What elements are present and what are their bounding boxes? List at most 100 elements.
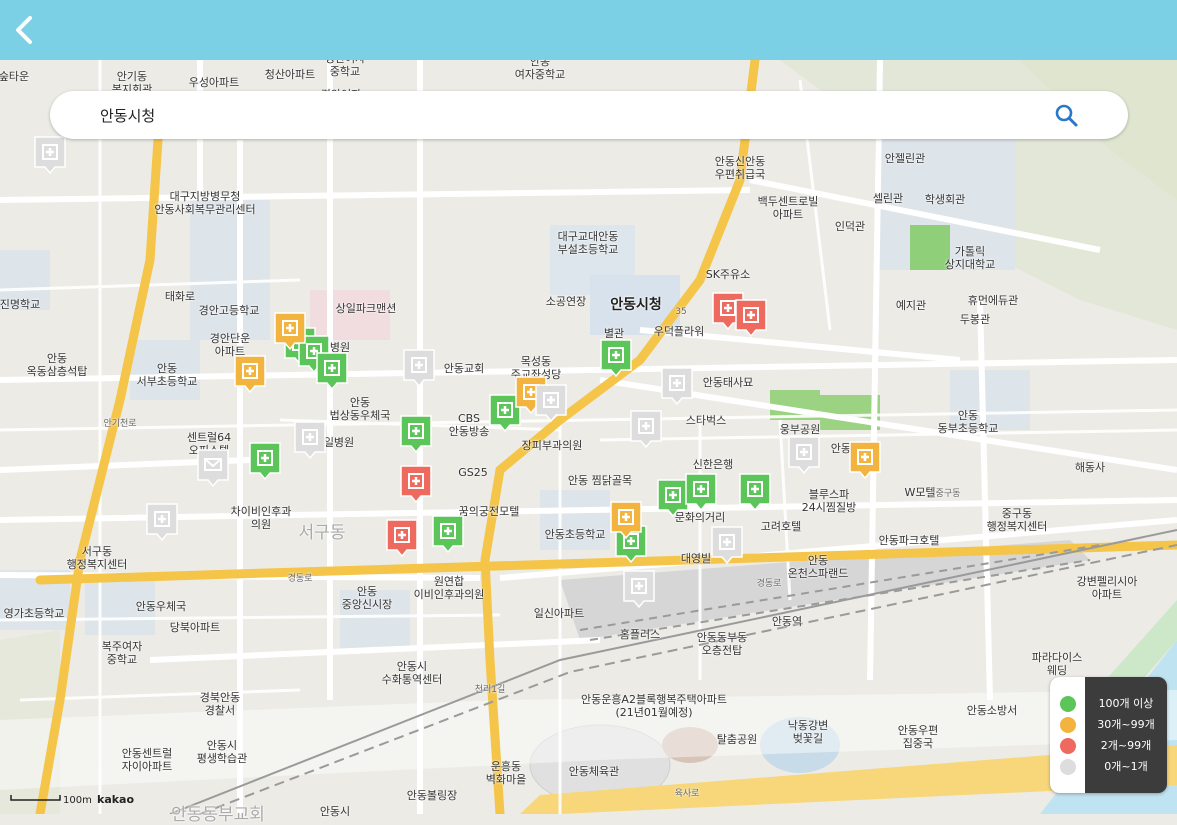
map-label: 복주여자 중학교 bbox=[101, 640, 143, 666]
map-label: 스타벅스 bbox=[685, 414, 727, 427]
map-label: 안기천로 bbox=[103, 419, 137, 429]
search-input[interactable] bbox=[100, 101, 1040, 129]
store-marker-green[interactable] bbox=[431, 514, 465, 556]
store-marker-gray[interactable] bbox=[196, 448, 230, 490]
store-marker-icon bbox=[34, 136, 66, 175]
map-label: 인덕관 bbox=[834, 220, 866, 233]
map-label: 태화로 bbox=[164, 290, 196, 303]
map-label: 안동센트럴 자이아파트 bbox=[121, 747, 173, 773]
store-marker-gray[interactable] bbox=[622, 569, 656, 611]
search-button[interactable] bbox=[1054, 103, 1080, 129]
store-marker-gray[interactable] bbox=[534, 383, 568, 425]
map-label: 서구동 bbox=[298, 523, 346, 543]
map-label: 안동태사묘 bbox=[702, 376, 754, 389]
map-label: 안동역 bbox=[771, 615, 803, 628]
map-label: 가톨릭 상지대학교 bbox=[944, 245, 996, 271]
map-label: 대구지방병무청 안동사회복무관리센터 bbox=[154, 190, 256, 216]
legend-label: 0개~1개 bbox=[1104, 760, 1148, 773]
map-label: 백두센트로빌 아파트 bbox=[757, 195, 819, 221]
store-marker-icon bbox=[146, 503, 178, 542]
store-marker-green[interactable] bbox=[599, 338, 633, 380]
map-label: 숲타운 bbox=[0, 70, 30, 83]
store-marker-icon bbox=[600, 339, 632, 378]
map-label: 운흥동 벽화마을 bbox=[485, 760, 527, 786]
map-label: CBS 안동방송 bbox=[448, 412, 490, 438]
store-marker-red[interactable] bbox=[734, 298, 768, 340]
store-marker-icon bbox=[234, 355, 266, 394]
map-label: 안동 동부초등학교 bbox=[937, 409, 999, 435]
map-label: 안동 중앙신시장 bbox=[341, 585, 393, 611]
store-marker-green[interactable] bbox=[738, 472, 772, 514]
map-label: 해동사 bbox=[1074, 461, 1106, 474]
store-marker-green[interactable] bbox=[399, 414, 433, 456]
map-label: 학생회관 bbox=[924, 193, 966, 206]
store-marker-green[interactable] bbox=[684, 472, 718, 514]
store-marker-orange[interactable] bbox=[233, 354, 267, 396]
store-marker-icon bbox=[711, 526, 743, 565]
search-icon bbox=[1055, 104, 1078, 127]
map-label: 우성아파트 bbox=[188, 76, 240, 89]
map-label: 안동시 bbox=[319, 805, 351, 818]
legend-label: 100개 이상 bbox=[1098, 697, 1154, 710]
map-label: 파라다이스 웨딩 bbox=[1031, 651, 1083, 677]
legend-label: 30개~99개 bbox=[1097, 718, 1155, 731]
scale-line-icon bbox=[10, 795, 61, 801]
map-label: 안동우편 집중국 bbox=[897, 724, 939, 750]
map-label: 안동 찜닭골목 bbox=[567, 474, 633, 487]
back-button[interactable] bbox=[6, 10, 42, 50]
store-marker-icon bbox=[685, 473, 717, 512]
map-label: 일신아파트 bbox=[533, 607, 585, 620]
map-label: 안동 법상동우체국 bbox=[329, 396, 391, 422]
map-label: 꿈의궁전모텔 bbox=[458, 505, 520, 518]
map-label: 안동 온천스파랜드 bbox=[787, 554, 849, 580]
store-marker-gray[interactable] bbox=[402, 348, 436, 390]
store-marker-icon bbox=[432, 515, 464, 554]
map-label: 휴먼에듀관 bbox=[967, 294, 1019, 307]
map-label: 대영빌 bbox=[680, 552, 712, 565]
store-marker-red[interactable] bbox=[399, 464, 433, 506]
map-label: 안동신안동 우편취급국 bbox=[714, 155, 766, 181]
map-label: 중구동 bbox=[935, 489, 961, 499]
map-label: GS25 bbox=[458, 466, 488, 479]
top-bar bbox=[0, 0, 1177, 60]
store-marker-gray[interactable] bbox=[660, 366, 694, 408]
store-marker-icon bbox=[735, 299, 767, 338]
store-marker-icon bbox=[610, 501, 642, 540]
store-marker-gray[interactable] bbox=[710, 525, 744, 567]
store-marker-gray[interactable] bbox=[33, 135, 67, 177]
store-marker-icon bbox=[849, 441, 881, 480]
map-label: 영가초등학교 bbox=[3, 607, 65, 620]
legend-dot bbox=[1060, 717, 1076, 733]
store-marker-orange[interactable] bbox=[609, 500, 643, 542]
map-label: 경동로 bbox=[756, 579, 782, 589]
store-marker-orange[interactable] bbox=[273, 311, 307, 353]
map-label: 예지관 bbox=[895, 299, 927, 312]
store-marker-gray[interactable] bbox=[145, 502, 179, 544]
store-marker-gray[interactable] bbox=[629, 409, 663, 451]
store-marker-orange[interactable] bbox=[848, 440, 882, 482]
map-label: 신한은행 bbox=[692, 458, 734, 471]
map-label: 블루스파 24시찜질방 bbox=[801, 488, 857, 514]
map-label: 대구교대안동 부설초등학교 bbox=[557, 230, 619, 256]
store-marker-icon bbox=[661, 367, 693, 406]
store-marker-icon bbox=[386, 519, 418, 558]
store-marker-gray[interactable] bbox=[787, 435, 821, 477]
map-brand: kakao bbox=[97, 793, 135, 806]
map-label: 탈춤공원 bbox=[716, 733, 758, 746]
scale-label: 100m bbox=[63, 795, 92, 806]
map-label: 안동 서부초등학교 bbox=[136, 362, 198, 388]
store-marker-icon bbox=[274, 312, 306, 351]
map-label: 안동운흥A2블록행복주택아파트 (21년01월예정) bbox=[580, 693, 728, 719]
store-marker-red[interactable] bbox=[385, 518, 419, 560]
map-label: 안젤린관 bbox=[884, 152, 926, 165]
map-label: 안동소방서 bbox=[966, 704, 1018, 717]
map-label: 낙동강변 벚꽃길 bbox=[787, 719, 829, 745]
map-label: 중구동 행정복지센터 bbox=[986, 507, 1048, 533]
store-marker-green[interactable] bbox=[248, 441, 282, 483]
map-label: 안동파크호텔 bbox=[878, 534, 940, 547]
map-label: 진명학교 bbox=[0, 298, 41, 311]
store-marker-gray[interactable] bbox=[293, 420, 327, 462]
store-marker-green[interactable] bbox=[315, 351, 349, 393]
legend-dot bbox=[1060, 738, 1076, 754]
map-label: 소공연장 bbox=[545, 295, 587, 308]
